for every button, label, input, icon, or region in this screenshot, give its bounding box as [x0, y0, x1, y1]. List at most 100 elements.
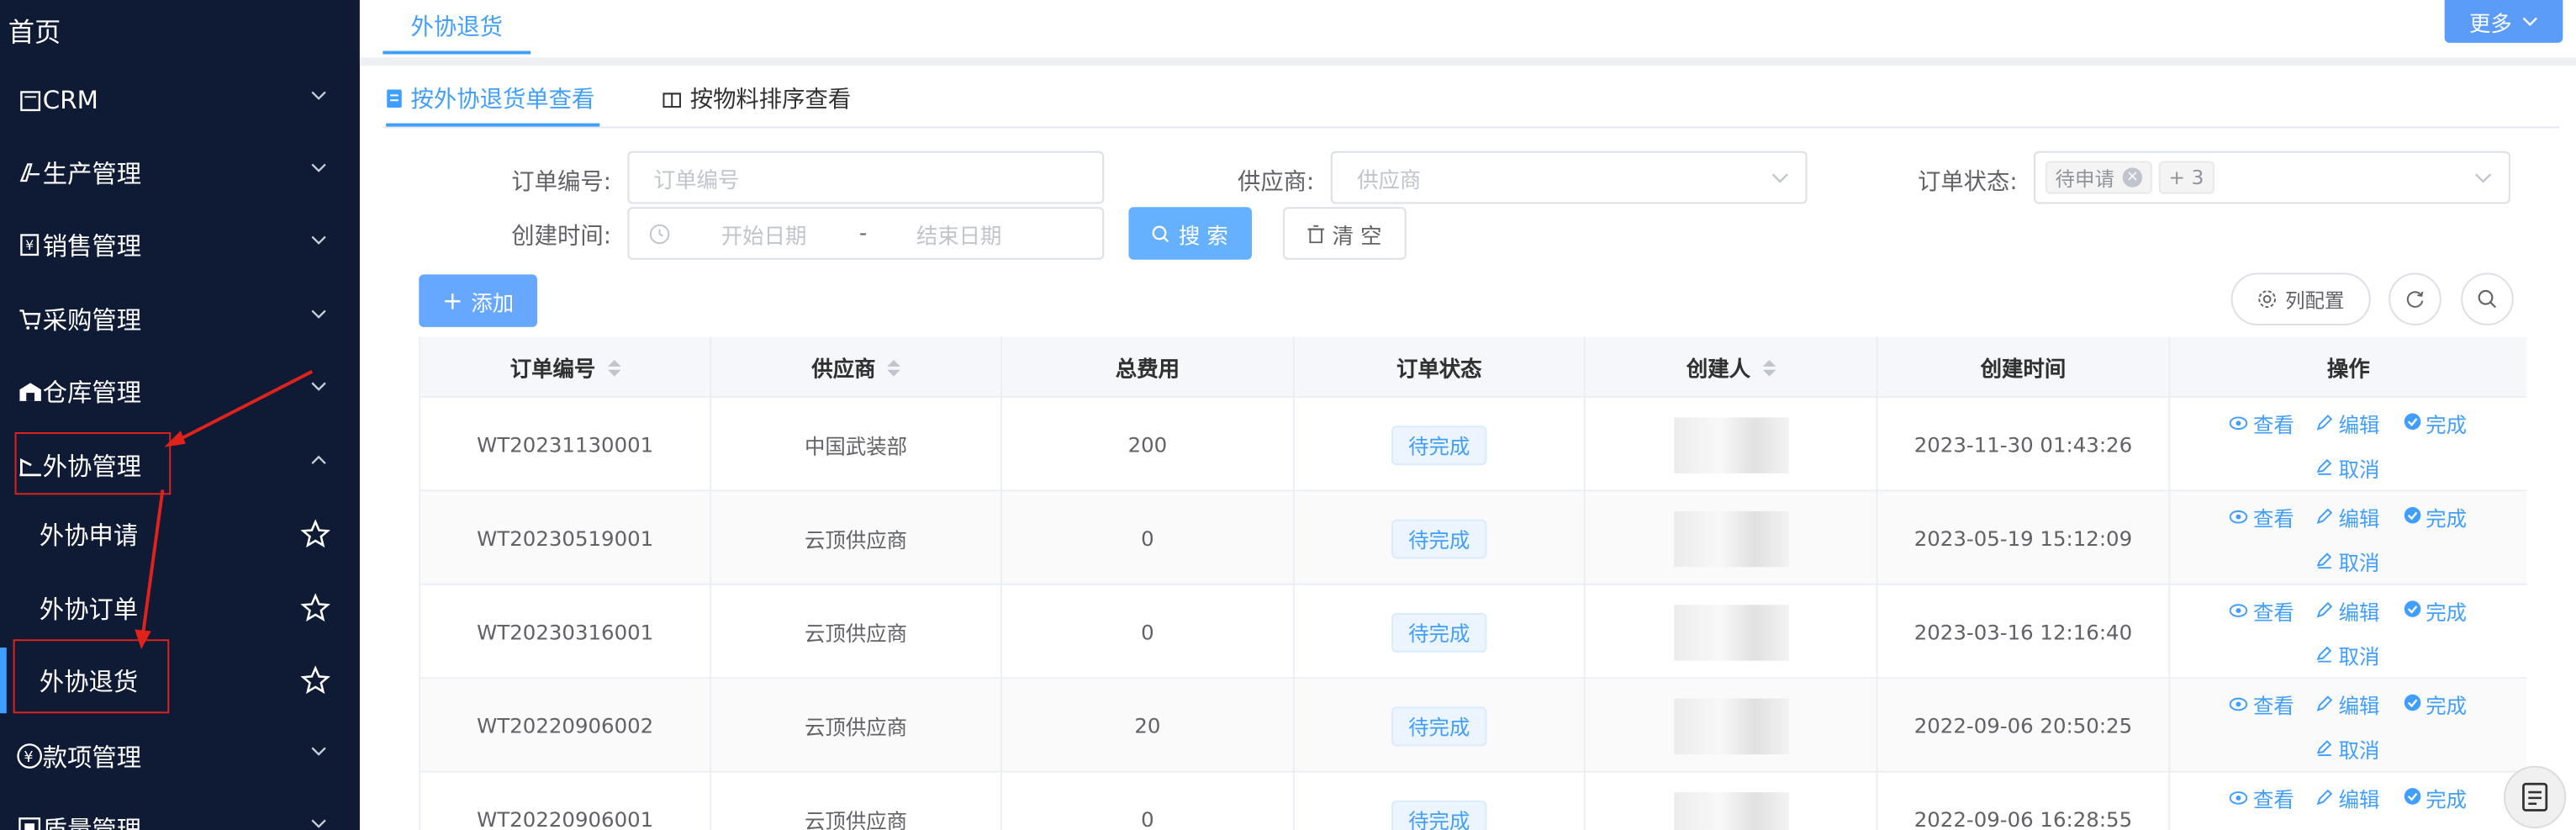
edit-icon	[2317, 410, 2334, 435]
cell-status: 待完成	[1295, 584, 1586, 679]
edit-action[interactable]: 编辑	[2317, 595, 2379, 626]
cancel-icon	[2317, 548, 2334, 573]
column-config-label: 列配置	[2285, 288, 2345, 312]
tab-label: 按物料排序查看	[689, 87, 852, 114]
cancel-icon	[2317, 736, 2334, 760]
view-label: 查看	[2252, 599, 2294, 624]
cell-status: 待完成	[1295, 397, 1586, 492]
edit-action[interactable]: 编辑	[2317, 781, 2379, 812]
refresh-button[interactable]	[2389, 272, 2441, 325]
view-action[interactable]: 查看	[2230, 688, 2294, 719]
check-circle-icon	[2403, 410, 2420, 435]
cell-creator	[1586, 491, 1878, 585]
order-no-input[interactable]: 订单编号	[627, 151, 1105, 204]
edit-action[interactable]: 编辑	[2317, 500, 2379, 531]
status-select[interactable]: 待申请 × + 3	[2034, 151, 2510, 204]
complete-label: 完成	[2426, 505, 2468, 531]
created-label: 创建时间:	[511, 223, 611, 251]
cancel-action[interactable]: 取消	[2317, 545, 2379, 576]
tab-outsource-return[interactable]: 外协退货	[383, 0, 531, 55]
check-circle-icon	[2403, 597, 2420, 621]
clear-label: 清 空	[1332, 224, 1382, 250]
add-button[interactable]: + 添加	[419, 274, 537, 327]
cell-order-no: WT20230316001	[420, 584, 712, 679]
cancel-action[interactable]: 取消	[2317, 451, 2379, 482]
view-action[interactable]: 查看	[2230, 781, 2294, 812]
table-row: WT20230519001 云顶供应商 0 待完成 2023-05-19 15:12:0…	[420, 491, 2527, 585]
cell-created: 2022-09-06 20:50:25	[1878, 679, 2171, 773]
complete-action[interactable]: 完成	[2403, 407, 2467, 438]
edit-icon	[2317, 597, 2334, 621]
search-button[interactable]: 搜 索	[1128, 207, 1253, 260]
column-config-button[interactable]: 列配置	[2230, 272, 2371, 325]
end-date-placeholder[interactable]: 结束日期	[916, 218, 1002, 249]
col-header-order-no[interactable]: 订单编号	[420, 336, 712, 398]
cell-supplier: 云顶供应商	[711, 772, 1002, 830]
eye-icon	[2230, 785, 2249, 809]
more-button[interactable]: 更多	[2444, 0, 2563, 43]
complete-action[interactable]: 完成	[2403, 688, 2467, 719]
document-float-button[interactable]	[2504, 765, 2567, 829]
complete-action[interactable]: 完成	[2403, 595, 2467, 626]
table-row: WT20220906001 云顶供应商 0 待完成 2022-09-06 16:28:5…	[420, 772, 2526, 830]
status-tag-more: + 3	[2158, 161, 2214, 194]
cell-status: 待完成	[1295, 772, 1586, 830]
status-tag-label: 待申请	[2055, 167, 2114, 190]
col-header-status: 订单状态	[1295, 336, 1586, 398]
redacted-creator	[1673, 416, 1789, 473]
clear-button[interactable]: 清 空	[1283, 207, 1407, 260]
complete-action[interactable]: 完成	[2403, 781, 2467, 812]
view-label: 查看	[2252, 411, 2294, 436]
cancel-action[interactable]: 取消	[2317, 826, 2379, 830]
supplier-label: 供应商:	[1237, 169, 1315, 196]
check-circle-icon	[2403, 785, 2420, 809]
complete-action[interactable]: 完成	[2403, 500, 2467, 531]
col-header-label: 供应商	[811, 358, 876, 383]
cell-supplier: 云顶供应商	[711, 679, 1002, 773]
complete-label: 完成	[2426, 411, 2468, 436]
cell-supplier: 中国武装部	[711, 397, 1002, 492]
refresh-icon	[2406, 291, 2424, 308]
supplier-select[interactable]: 供应商	[1330, 151, 1808, 204]
sort-icon[interactable]	[607, 359, 620, 376]
tab-label: 按外协退货单查看	[410, 86, 595, 113]
edit-icon	[2317, 691, 2334, 716]
search-icon	[2478, 289, 2497, 309]
tab-by-return-order[interactable]: 按外协退货单查看	[386, 72, 600, 127]
check-circle-icon	[2403, 504, 2420, 528]
data-table: 订单编号 供应商 总费用 订单状态 创建人 创建时间 操作 WT20231130…	[419, 336, 2527, 830]
chevron-down-icon	[1771, 173, 1788, 183]
edit-action[interactable]: 编辑	[2317, 688, 2379, 719]
search-toggle-button[interactable]	[2461, 272, 2514, 325]
tab-by-material[interactable]: 按物料排序查看	[662, 72, 858, 125]
sort-icon[interactable]	[1761, 359, 1776, 376]
close-icon[interactable]: ×	[2122, 167, 2143, 188]
col-header-creator[interactable]: 创建人	[1586, 336, 1878, 398]
cancel-action[interactable]: 取消	[2317, 732, 2379, 764]
edit-action[interactable]: 编辑	[2317, 407, 2379, 438]
order-no-placeholder: 订单编号	[653, 168, 740, 193]
edit-icon	[2317, 504, 2334, 528]
start-date-placeholder[interactable]: 开始日期	[721, 218, 807, 249]
view-action[interactable]: 查看	[2230, 595, 2294, 626]
col-header-supplier[interactable]: 供应商	[711, 336, 1002, 398]
view-label: 查看	[2252, 505, 2294, 531]
edit-label: 编辑	[2338, 599, 2380, 624]
cell-creator	[1586, 584, 1878, 679]
col-header-created: 创建时间	[1878, 336, 2171, 398]
complete-label: 完成	[2426, 599, 2468, 624]
view-label: 查看	[2252, 692, 2294, 718]
chevron-down-icon	[2522, 17, 2537, 26]
status-badge: 待完成	[1391, 706, 1486, 746]
cell-created: 2023-05-19 15:12:09	[1878, 491, 2171, 585]
view-action[interactable]: 查看	[2230, 500, 2294, 531]
sort-icon[interactable]	[887, 359, 900, 376]
box-icon	[662, 93, 681, 108]
status-label: 订单状态:	[1917, 169, 2018, 196]
cell-total: 20	[1002, 679, 1295, 773]
cancel-action[interactable]: 取消	[2317, 638, 2379, 669]
cell-creator	[1586, 679, 1878, 773]
cancel-label: 取消	[2338, 456, 2380, 481]
view-action[interactable]: 查看	[2230, 407, 2294, 438]
created-date-range[interactable]: 开始日期 - 结束日期	[627, 207, 1105, 260]
